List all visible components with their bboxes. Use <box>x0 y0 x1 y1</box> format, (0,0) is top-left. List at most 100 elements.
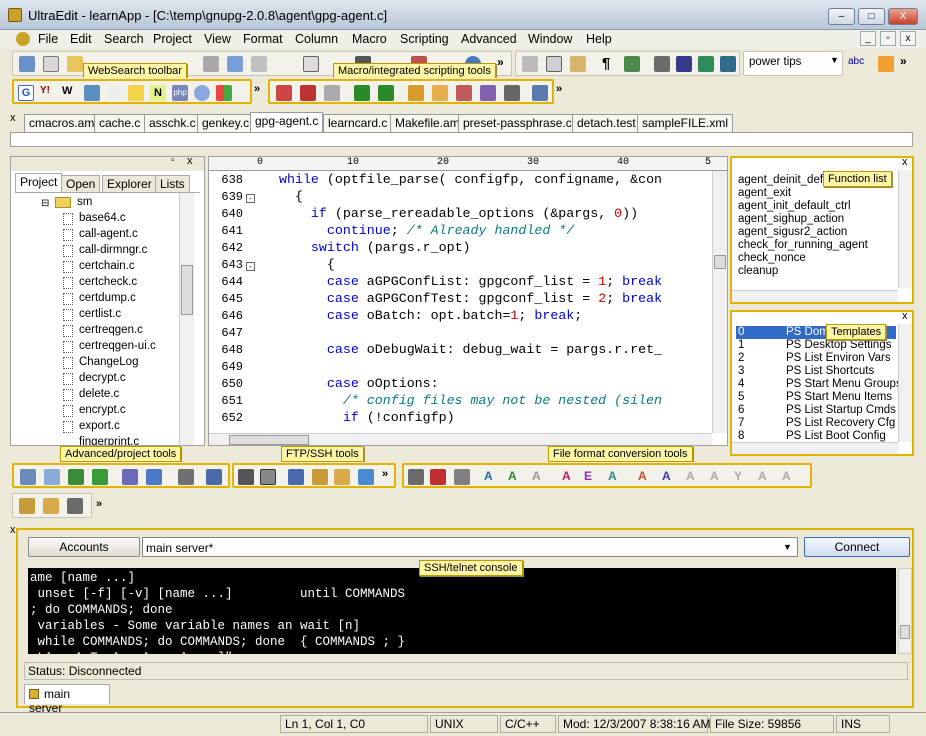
function-list-item[interactable]: check_for_running_agent <box>738 239 868 251</box>
list-item[interactable]: certreqgen-ui.c <box>63 340 156 353</box>
pencil-icon[interactable] <box>19 498 35 514</box>
line-ending[interactable]: UNIX <box>430 715 498 733</box>
mdi-restore-button[interactable]: ▫ <box>880 31 896 46</box>
websearch-input[interactable]: power tips ▼ <box>743 51 843 76</box>
page-setup-icon[interactable] <box>251 56 267 72</box>
close-tab-icon[interactable]: x <box>10 112 16 124</box>
close-console-icon[interactable]: x <box>10 524 16 536</box>
compare-icon[interactable] <box>122 469 138 485</box>
template-item[interactable]: 2 PS List Environ Vars <box>736 352 896 365</box>
stop-macro-icon[interactable] <box>300 85 316 101</box>
run-script-icon[interactable] <box>432 85 448 101</box>
ftp-upload-icon[interactable] <box>334 469 350 485</box>
menu-window[interactable]: Window <box>528 32 572 46</box>
copy-icon[interactable] <box>546 56 562 72</box>
tab-asschk[interactable]: asschk.c <box>144 114 201 132</box>
spell-check-icon[interactable]: abc <box>848 56 864 72</box>
close-panel-icon[interactable]: x <box>187 155 193 167</box>
terminal-scrollbar[interactable] <box>898 568 912 654</box>
templates-hscrollbar[interactable] <box>732 442 898 454</box>
code-line[interactable]: case oBatch: opt.batch=1; break; <box>279 308 582 323</box>
template-item[interactable]: 3 PS List Shortcuts <box>736 365 896 378</box>
convert-b-icon[interactable]: A <box>710 469 726 485</box>
options-icon[interactable] <box>878 56 894 72</box>
menu-macro[interactable]: Macro <box>352 32 387 46</box>
menu-scripting[interactable]: Scripting <box>400 32 449 46</box>
word-wrap-icon[interactable] <box>624 56 640 72</box>
ebcdic-icon[interactable]: A <box>562 469 578 485</box>
loop-icon[interactable] <box>194 85 210 101</box>
insert-mode[interactable]: INS <box>836 715 890 733</box>
tab-makefile[interactable]: Makefile.am <box>390 114 465 132</box>
tab-cache[interactable]: cache.c <box>94 114 146 132</box>
code-line[interactable]: case oOptions: <box>279 376 439 391</box>
menu-edit[interactable]: Edit <box>70 32 92 46</box>
language[interactable]: C/C++ <box>500 715 556 733</box>
find-icon[interactable] <box>676 56 692 72</box>
cut-icon[interactable] <box>522 56 538 72</box>
function-list-item[interactable]: agent_deinit_def <box>738 174 823 186</box>
chevron-down-icon[interactable]: ▼ <box>830 55 839 65</box>
menu-search[interactable]: Search <box>104 32 144 46</box>
maximize-button[interactable]: □ <box>858 8 885 25</box>
play-multiple-icon[interactable] <box>378 85 394 101</box>
utf8-icon[interactable]: A <box>532 469 548 485</box>
unicode-to-ascii-icon[interactable]: A <box>508 469 524 485</box>
project-settings-icon[interactable] <box>44 469 60 485</box>
ansi-icon[interactable]: A <box>638 469 654 485</box>
editor-horizontal-scrollbar[interactable] <box>209 433 712 445</box>
project-icon[interactable] <box>20 469 36 485</box>
windows-icon[interactable] <box>216 85 232 101</box>
open-folder-icon[interactable] <box>67 56 83 72</box>
list-item[interactable]: encrypt.c <box>63 404 126 417</box>
mdi-minimize-button[interactable]: _ <box>860 31 876 46</box>
code-editor[interactable]: 0 10 20 30 40 5 638 while (optfile_parse(… <box>208 156 728 446</box>
editor-vertical-scrollbar[interactable] <box>712 171 727 433</box>
accounts-button[interactable]: Accounts <box>28 537 140 557</box>
function-list-hscrollbar[interactable] <box>732 290 898 302</box>
paste-icon[interactable] <box>570 56 586 72</box>
script-icon[interactable] <box>408 85 424 101</box>
minimize-button[interactable]: – <box>828 8 855 25</box>
record-macro-icon[interactable] <box>276 85 292 101</box>
mac-convert-icon[interactable] <box>454 469 470 485</box>
function-list-item[interactable]: agent_sighup_action <box>738 213 844 225</box>
code-lines[interactable]: 638 while (optfile_parse( configfp, confi… <box>209 157 712 433</box>
menu-format[interactable]: Format <box>243 32 283 46</box>
n-icon[interactable]: N <box>150 85 166 101</box>
unix-to-dos-icon[interactable] <box>430 469 446 485</box>
toolbar-overflow-icon[interactable]: » <box>556 83 562 95</box>
list-item[interactable]: ChangeLog <box>63 356 138 369</box>
php-icon[interactable]: php <box>172 85 188 101</box>
list-item[interactable]: certcheck.c <box>63 276 137 289</box>
template-item[interactable]: 4 PS Start Menu Groups <box>736 378 898 391</box>
list-item[interactable]: certlist.c <box>63 308 121 321</box>
folder-label[interactable]: sm <box>77 196 92 208</box>
google-icon[interactable]: G <box>18 85 34 101</box>
mdi-close-button[interactable]: x <box>900 31 916 46</box>
tab-project[interactable]: Project <box>15 173 63 192</box>
code-line[interactable]: { <box>279 257 335 272</box>
new-file-icon[interactable] <box>19 56 35 72</box>
configure-icon[interactable] <box>206 469 222 485</box>
list-item[interactable]: certchain.c <box>63 260 135 273</box>
tools-icon[interactable] <box>146 469 162 485</box>
code-line[interactable]: { <box>279 189 303 204</box>
menu-file[interactable]: File <box>38 32 58 46</box>
function-list-item[interactable]: check_nonce <box>738 252 806 264</box>
script-list-icon[interactable] <box>532 85 548 101</box>
toolbar-overflow-icon[interactable]: » <box>900 54 907 68</box>
code-line[interactable]: case aGPGConfTest: gpgconf_list = 2; bre… <box>279 291 662 306</box>
function-list-item[interactable]: agent_init_default_ctrl <box>738 200 851 212</box>
template-item[interactable]: 8 PS List Boot Config <box>736 430 896 442</box>
print-icon[interactable] <box>203 56 219 72</box>
toolbar-overflow-icon[interactable]: » <box>382 468 388 480</box>
ssh-icon[interactable] <box>358 469 374 485</box>
doc-icon[interactable] <box>16 32 30 46</box>
code-line[interactable]: switch (pargs.r_opt) <box>279 240 471 255</box>
tab-cmacros[interactable]: cmacros.am <box>24 114 100 132</box>
list-item[interactable]: fingerprint.c <box>79 436 139 445</box>
ftp-open-icon[interactable] <box>238 469 254 485</box>
pin-icon[interactable]: ▫ <box>171 155 175 166</box>
template-item[interactable]: 6 PS List Startup Cmds <box>736 404 896 417</box>
